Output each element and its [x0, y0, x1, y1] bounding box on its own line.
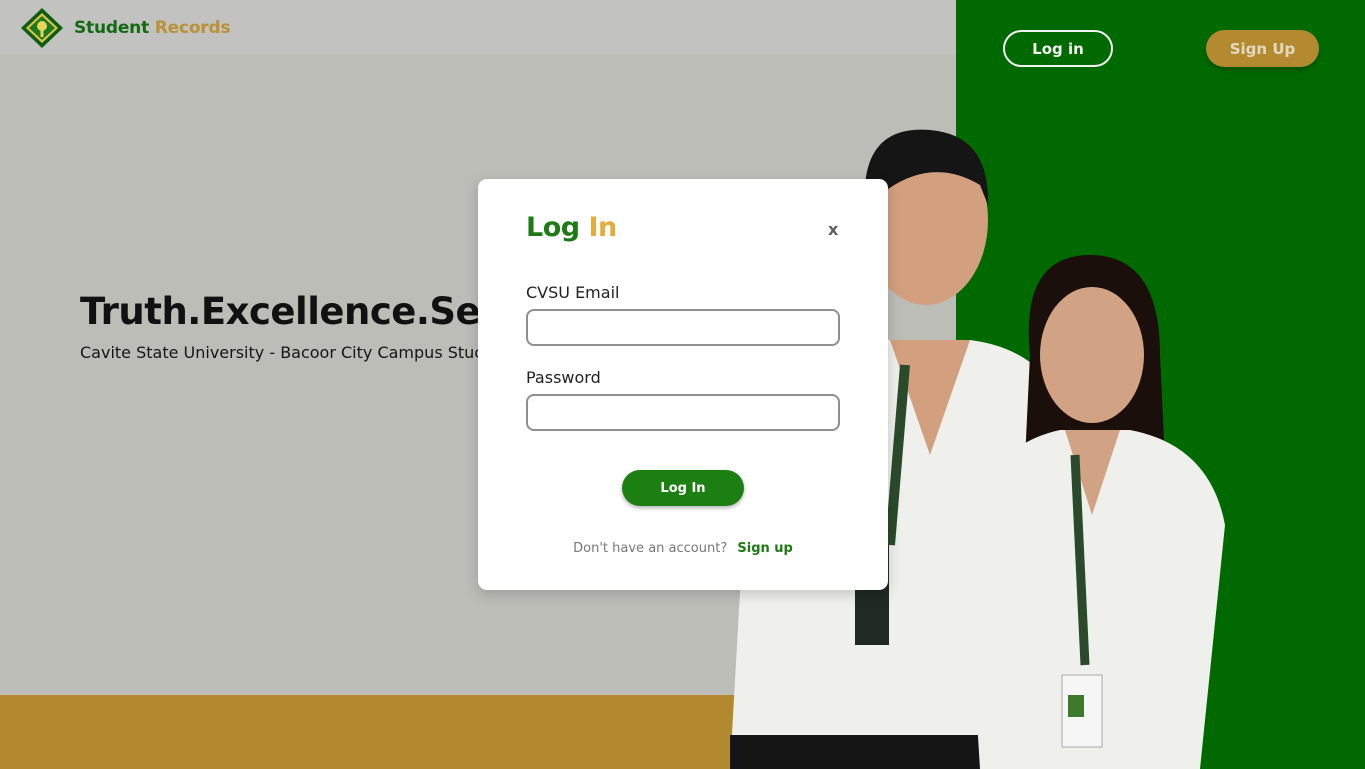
- brand-name-primary: Student: [74, 18, 150, 38]
- password-field[interactable]: [526, 394, 840, 431]
- modal-title-secondary: In: [588, 212, 618, 243]
- hero-title: Truth.Excellence.Serv: [80, 290, 522, 333]
- university-logo-icon: [21, 8, 63, 48]
- email-label: CVSU Email: [526, 283, 620, 302]
- login-submit-button[interactable]: Log In: [622, 470, 744, 506]
- signup-button[interactable]: Sign Up: [1206, 30, 1319, 67]
- login-modal: Log In x CVSU Email Password Log In Don'…: [478, 179, 888, 590]
- modal-title: Log In: [526, 212, 617, 243]
- modal-title-primary: Log: [526, 212, 580, 243]
- login-button[interactable]: Log in: [1003, 30, 1113, 67]
- email-field[interactable]: [526, 309, 840, 346]
- signup-prompt: Don't have an account? Sign up: [478, 541, 888, 556]
- signup-link[interactable]: Sign up: [737, 541, 792, 556]
- gold-footer-band: [0, 695, 760, 769]
- brand[interactable]: Student Records: [20, 7, 231, 49]
- password-label: Password: [526, 368, 601, 387]
- close-icon[interactable]: x: [828, 220, 838, 239]
- brand-name-secondary: Records: [154, 18, 231, 38]
- hero-subtitle: Cavite State University - Bacoor City Ca…: [80, 343, 484, 362]
- signup-question: Don't have an account?: [573, 541, 728, 556]
